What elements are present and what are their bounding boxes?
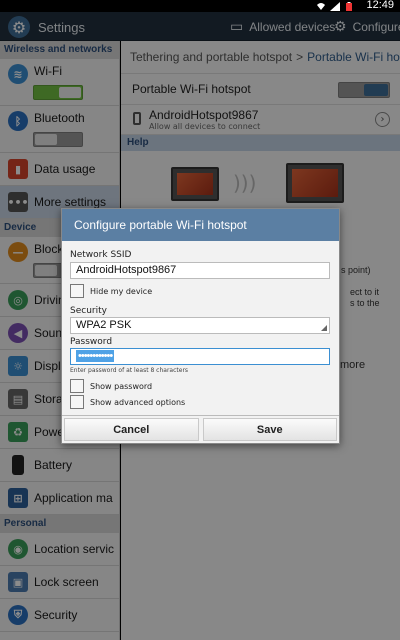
wifi-signal-icon [317, 2, 325, 10]
password-label: Password [70, 337, 113, 347]
show-advanced-checkbox[interactable] [70, 395, 84, 409]
password-value: •••••••••••• [76, 350, 115, 362]
dialog-buttons: Cancel Save [62, 415, 339, 443]
save-button[interactable]: Save [202, 418, 337, 441]
cell-signal-icon [330, 1, 340, 11]
show-password-checkbox[interactable] [70, 379, 84, 393]
hide-device-label: Hide my device [90, 287, 153, 296]
security-value: WPA2 PSK [76, 319, 132, 331]
hide-device-checkbox[interactable] [70, 284, 84, 298]
security-label: Security [70, 306, 107, 316]
password-input[interactable]: •••••••••••• [70, 348, 330, 365]
battery-icon [346, 1, 352, 11]
status-time: 12:49 [366, 0, 394, 11]
show-advanced-label: Show advanced options [90, 398, 186, 407]
security-select[interactable]: WPA2 PSK [70, 317, 330, 334]
status-bar: 12:49 [0, 0, 400, 12]
cancel-button[interactable]: Cancel [64, 418, 199, 441]
configure-hotspot-dialog: Configure portable Wi-Fi hotspot Network… [61, 208, 340, 444]
ssid-input[interactable]: AndroidHotspot9867 [70, 262, 330, 279]
password-hint: Enter password of at least 8 characters [70, 367, 189, 374]
status-icons [316, 1, 354, 11]
dialog-title: Configure portable Wi-Fi hotspot [62, 209, 339, 241]
dropdown-arrow-icon [321, 325, 327, 331]
show-password-label: Show password [90, 382, 153, 391]
ssid-label: Network SSID [70, 250, 132, 260]
